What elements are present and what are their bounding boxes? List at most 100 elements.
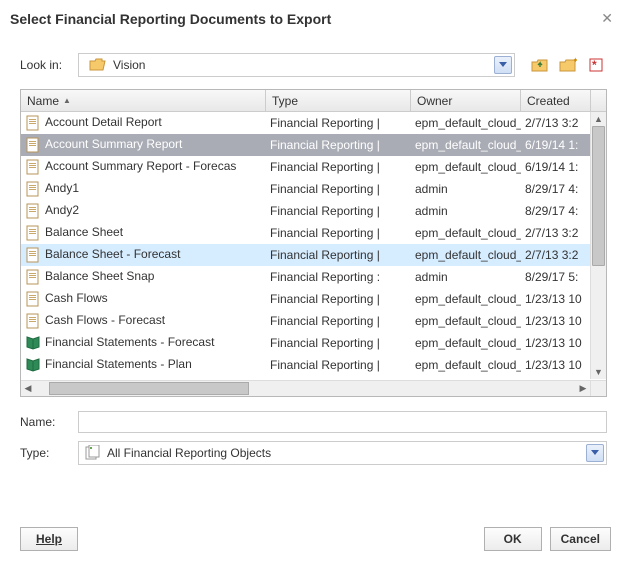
report-icon (25, 137, 41, 153)
cell-created: 1/23/13 10 (521, 358, 591, 372)
cell-created: 2/7/13 3:2 (521, 226, 591, 240)
cell-name: Cash Flows - Forecast (45, 313, 165, 327)
cell-type: Financial Reporting | (266, 160, 411, 174)
folder-open-icon (89, 58, 107, 72)
cancel-button[interactable]: Cancel (550, 527, 611, 551)
cell-owner: admin (411, 270, 521, 284)
name-row: Name: (0, 407, 627, 437)
column-header-owner[interactable]: Owner (411, 90, 521, 111)
scroll-thumb-h[interactable] (49, 382, 249, 395)
cell-owner: epm_default_cloud_ (411, 336, 521, 350)
vertical-scrollbar[interactable]: ▲ ▼ (590, 112, 606, 379)
cell-type: Financial Reporting | (266, 182, 411, 196)
cell-owner: admin (411, 204, 521, 218)
cell-owner: epm_default_cloud_ (411, 116, 521, 130)
svg-text:*: * (592, 58, 597, 72)
cell-name: Balance Sheet - Forecast (45, 247, 180, 261)
objects-icon (85, 445, 101, 461)
cell-created: 6/19/14 1: (521, 160, 591, 174)
cell-created: 8/29/17 4: (521, 182, 591, 196)
table-row[interactable]: Financial Statements - PlanFinancial Rep… (21, 354, 606, 376)
cell-name: Balance Sheet (45, 225, 123, 239)
new-folder-button[interactable]: ✦ (557, 54, 579, 76)
cell-name: Andy2 (45, 203, 79, 217)
cell-type: Financial Reporting | (266, 358, 411, 372)
type-label: Type: (20, 446, 70, 460)
name-input[interactable] (78, 411, 607, 433)
close-button[interactable]: ✕ (597, 8, 617, 29)
column-header-name[interactable]: Name ▲ (21, 90, 266, 111)
table-row[interactable]: Andy1 Financial Reporting |admin8/29/17 4… (21, 178, 606, 200)
chevron-down-icon[interactable] (494, 56, 512, 74)
dialog-footer: Help OK Cancel (0, 517, 627, 565)
report-icon (25, 203, 41, 219)
look-in-row: Look in: Vision ✦ * (0, 35, 627, 83)
table-row[interactable]: Balance SheetFinancial Reporting |epm_de… (21, 222, 606, 244)
table-row[interactable]: Balance Sheet - Forecast Financial Report… (21, 244, 606, 266)
cell-created: 2/7/13 3:2 (521, 116, 591, 130)
cell-created: 1/23/13 10 (521, 292, 591, 306)
help-button[interactable]: Help (20, 527, 78, 551)
look-in-label: Look in: (20, 58, 70, 72)
cell-owner: epm_default_cloud_ (411, 358, 521, 372)
book-icon (25, 335, 41, 351)
cell-type: Financial Reporting | (266, 204, 411, 218)
column-header-type[interactable]: Type (266, 90, 411, 111)
scroll-left-icon[interactable]: ◀ (21, 381, 35, 396)
look-in-toolbar: ✦ * (529, 54, 607, 76)
look-in-value: Vision (113, 58, 145, 72)
cell-name: Account Summary Report (45, 137, 182, 151)
report-icon (25, 115, 41, 131)
column-header-created[interactable]: Created (521, 90, 591, 111)
table-row[interactable]: Andy2 Financial Reporting |admin8/29/17 4… (21, 200, 606, 222)
cell-owner: epm_default_cloud_ (411, 314, 521, 328)
cell-type: Financial Reporting | (266, 336, 411, 350)
table-row[interactable]: Account Summary Report - ForecasFinancia… (21, 156, 606, 178)
cell-created: 6/19/14 1: (521, 138, 591, 152)
grid-body: Account Detail Report Financial Reporting… (21, 112, 606, 396)
scroll-up-icon[interactable]: ▲ (591, 112, 606, 126)
scroll-right-icon[interactable]: ▶ (576, 381, 590, 396)
cell-type: Financial Reporting | (266, 116, 411, 130)
report-icon (25, 313, 41, 329)
cell-owner: epm_default_cloud_ (411, 138, 521, 152)
report-icon (25, 247, 41, 263)
svg-text:✦: ✦ (572, 57, 577, 65)
cell-name: Balance Sheet Snap (45, 269, 154, 283)
cell-created: 8/29/17 4: (521, 204, 591, 218)
cell-type: Financial Reporting | (266, 292, 411, 306)
chevron-down-icon[interactable] (586, 444, 604, 462)
type-row: Type: All Financial Reporting Objects (0, 437, 627, 469)
table-row[interactable]: Cash Flows - ForecastFinancial Reporting… (21, 310, 606, 332)
dialog-title: Select Financial Reporting Documents to … (10, 11, 331, 27)
scroll-thumb-v[interactable] (592, 126, 605, 266)
scroll-corner (590, 380, 606, 396)
cell-name: Financial Statements - Forecast (45, 335, 214, 349)
table-row[interactable]: Financial Statements - Forecast Financial… (21, 332, 606, 354)
cell-name: Andy1 (45, 181, 79, 195)
cell-owner: epm_default_cloud_ (411, 160, 521, 174)
cell-type: Financial Reporting : (266, 270, 411, 284)
table-row[interactable]: Balance Sheet Snap Financial Reporting :a… (21, 266, 606, 288)
dialog-header: Select Financial Reporting Documents to … (0, 0, 627, 35)
look-in-select[interactable]: Vision (78, 53, 515, 77)
export-dialog: Select Financial Reporting Documents to … (0, 0, 627, 565)
file-grid: Name ▲ Type Owner Created Account Detail… (20, 89, 607, 397)
table-row[interactable]: Account Detail Report Financial Reporting… (21, 112, 606, 134)
cell-type: Financial Reporting | (266, 138, 411, 152)
cell-type: Financial Reporting | (266, 248, 411, 262)
scroll-down-icon[interactable]: ▼ (591, 365, 606, 379)
ok-button[interactable]: OK (484, 527, 542, 551)
table-row[interactable]: Account Summary Report Financial Reportin… (21, 134, 606, 156)
cell-name: Account Detail Report (45, 115, 162, 129)
type-select[interactable]: All Financial Reporting Objects (78, 441, 607, 465)
horizontal-scrollbar[interactable]: ◀ ▶ (21, 380, 590, 396)
table-row[interactable]: Cash FlowsFinancial Reporting |epm_defau… (21, 288, 606, 310)
up-folder-button[interactable] (529, 54, 551, 76)
cell-name: Cash Flows (45, 291, 108, 305)
report-icon (25, 291, 41, 307)
grid-header: Name ▲ Type Owner Created (21, 90, 606, 112)
cell-created: 2/7/13 3:2 (521, 248, 591, 262)
delete-button[interactable]: * (585, 54, 607, 76)
cell-owner: admin (411, 182, 521, 196)
